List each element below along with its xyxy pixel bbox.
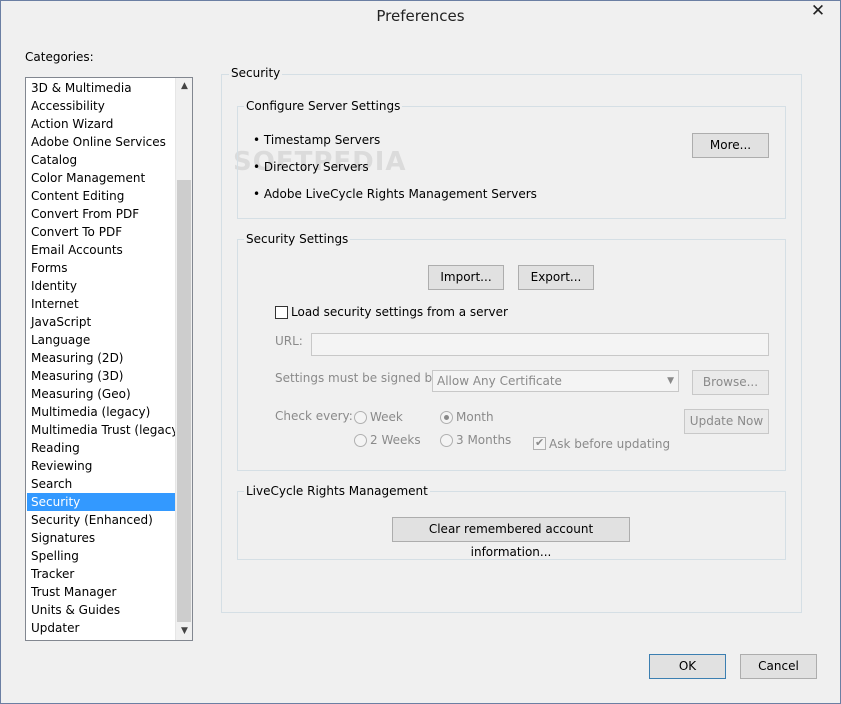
radio-month[interactable] <box>440 411 453 424</box>
list-item[interactable]: Catalog <box>27 151 175 169</box>
list-item[interactable]: Action Wizard <box>27 115 175 133</box>
more-button[interactable]: More... <box>692 133 769 158</box>
signed-by-label: Settings must be signed by: <box>275 371 443 385</box>
list-item[interactable]: Email Accounts <box>27 241 175 259</box>
radio-three-months[interactable] <box>440 434 453 447</box>
signed-by-value: Allow Any Certificate <box>437 374 562 388</box>
livecycle-title: LiveCycle Rights Management <box>244 484 430 498</box>
load-from-server-label: Load security settings from a server <box>291 305 508 319</box>
radio-week-label: Week <box>370 410 403 424</box>
url-label: URL: <box>275 334 303 348</box>
scroll-down-icon[interactable]: ▼ <box>176 623 193 640</box>
preferences-window: Preferences ✕ Categories: 3D & Multimedi… <box>0 0 841 704</box>
title-bar[interactable]: Preferences ✕ <box>1 1 840 32</box>
list-item[interactable]: Units & Guides <box>27 601 175 619</box>
list-item[interactable]: Updater <box>27 619 175 637</box>
list-item[interactable]: Security <box>27 493 175 511</box>
radio-two-weeks-label: 2 Weeks <box>370 433 421 447</box>
export-button[interactable]: Export... <box>518 265 594 290</box>
list-item[interactable]: Forms <box>27 259 175 277</box>
radio-month-label: Month <box>456 410 494 424</box>
list-item[interactable]: Language <box>27 331 175 349</box>
bullet-timestamp-servers: • Timestamp Servers <box>253 133 381 147</box>
cancel-button[interactable]: Cancel <box>740 654 817 679</box>
list-item[interactable]: Measuring (3D) <box>27 367 175 385</box>
list-item[interactable]: Color Management <box>27 169 175 187</box>
load-from-server-checkbox[interactable] <box>275 306 288 319</box>
list-item[interactable]: Reviewing <box>27 457 175 475</box>
categories-scrollbar[interactable]: ▲ ▼ <box>175 78 192 640</box>
radio-three-months-label: 3 Months <box>456 433 512 447</box>
list-item[interactable]: Reading <box>27 439 175 457</box>
list-item[interactable]: Signatures <box>27 529 175 547</box>
clear-account-info-button[interactable]: Clear remembered account information... <box>392 517 630 559</box>
list-item[interactable]: Internet <box>27 295 175 313</box>
list-item[interactable]: Security (Enhanced) <box>27 511 175 529</box>
check-icon: ✔ <box>535 436 545 449</box>
close-icon[interactable]: ✕ <box>804 2 832 22</box>
ask-before-updating-label: Ask before updating <box>549 437 671 451</box>
list-item[interactable]: JavaScript <box>27 313 175 331</box>
ask-before-updating-checkbox[interactable]: ✔ <box>533 436 546 450</box>
list-item[interactable]: Search <box>27 475 175 493</box>
categories-list[interactable]: 3D & Multimedia Accessibility Action Wizar… <box>25 77 193 641</box>
browse-button[interactable]: Browse... <box>692 370 769 395</box>
list-item[interactable]: Multimedia Trust (legacy) <box>27 421 183 439</box>
security-panel-title: Security <box>229 66 283 80</box>
bullet-directory-servers: • Directory Servers <box>253 160 369 174</box>
signed-by-select[interactable]: Allow Any Certificate ▼ <box>432 370 679 392</box>
list-item[interactable]: Content Editing <box>27 187 175 205</box>
list-item[interactable]: Adobe Online Services <box>27 133 175 151</box>
categories-items: 3D & Multimedia Accessibility Action Wizar… <box>27 79 183 637</box>
security-settings-title: Security Settings <box>244 232 351 246</box>
server-settings-title: Configure Server Settings <box>244 99 403 113</box>
list-item[interactable]: Identity <box>27 277 175 295</box>
chevron-down-icon: ▼ <box>667 376 674 386</box>
scroll-up-icon[interactable]: ▲ <box>176 78 193 95</box>
scroll-thumb[interactable] <box>177 180 191 622</box>
categories-label: Categories: <box>25 50 94 64</box>
radio-month-dot <box>444 415 449 420</box>
import-button[interactable]: Import... <box>428 265 504 290</box>
radio-two-weeks[interactable] <box>354 434 367 447</box>
list-item[interactable]: Convert From PDF <box>27 205 175 223</box>
update-now-button[interactable]: Update Now <box>684 409 769 434</box>
check-every-label: Check every: <box>275 409 353 423</box>
window-title: Preferences <box>376 7 465 25</box>
list-item[interactable]: Multimedia (legacy) <box>27 403 175 421</box>
radio-week[interactable] <box>354 411 367 424</box>
list-item[interactable]: Trust Manager <box>27 583 175 601</box>
bullet-livecycle-servers: • Adobe LiveCycle Rights Management Serv… <box>253 187 537 201</box>
list-item[interactable]: Spelling <box>27 547 175 565</box>
ok-button[interactable]: OK <box>649 654 726 679</box>
list-item[interactable]: Tracker <box>27 565 175 583</box>
list-item[interactable]: Measuring (Geo) <box>27 385 175 403</box>
list-item[interactable]: Measuring (2D) <box>27 349 175 367</box>
url-field[interactable] <box>311 333 769 356</box>
list-item[interactable]: 3D & Multimedia <box>27 79 175 97</box>
list-item[interactable]: Convert To PDF <box>27 223 175 241</box>
list-item[interactable]: Accessibility <box>27 97 175 115</box>
